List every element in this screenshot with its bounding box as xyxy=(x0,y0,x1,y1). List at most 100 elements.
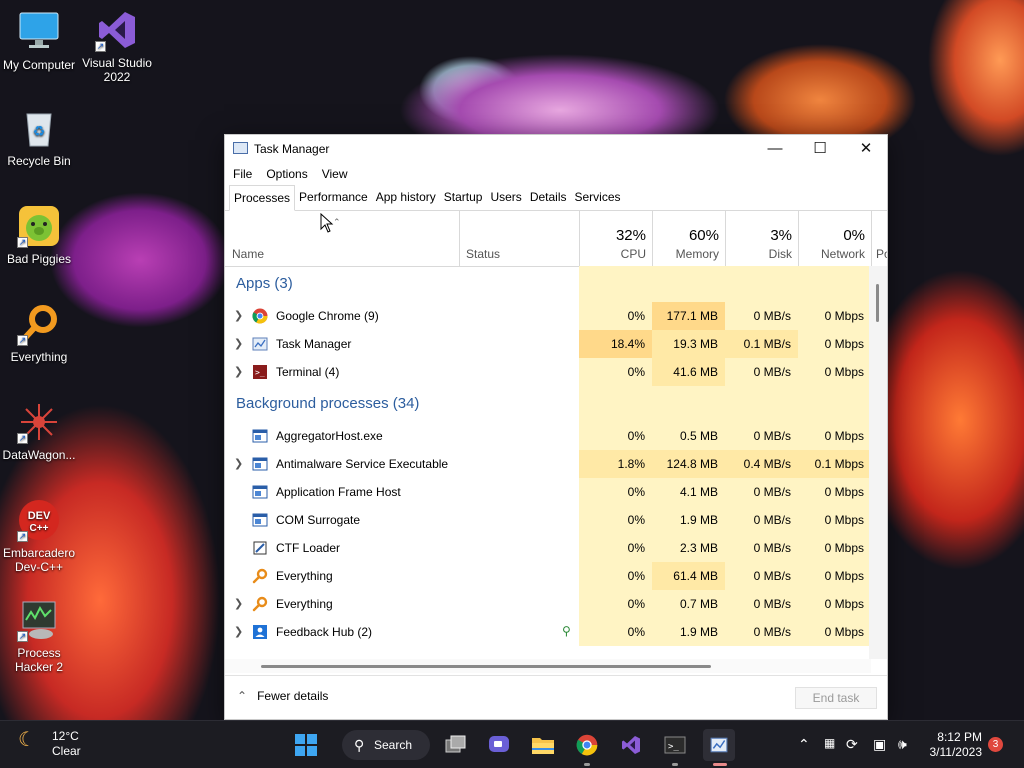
table-row[interactable]: Everything 0% 61.4 MB 0 MB/s 0 Mbps xyxy=(225,562,871,590)
network-icon[interactable]: ▣ xyxy=(873,736,886,753)
maximize-button[interactable]: ☐ xyxy=(797,135,843,163)
horizontal-scrollbar[interactable] xyxy=(225,659,871,673)
network-cell: 0 Mbps xyxy=(798,618,871,646)
tab-app-history[interactable]: App history xyxy=(372,186,440,210)
desktop-icon-dev-cpp[interactable]: DEV C++ ↗ Embarcadero Dev-C++ xyxy=(0,498,78,574)
expand-chevron-icon[interactable]: ❯ xyxy=(234,618,243,646)
windows-logo-icon xyxy=(295,734,317,756)
column-status-label: Status xyxy=(466,247,501,261)
table-row[interactable]: Application Frame Host 0% 4.1 MB 0 MB/s … xyxy=(225,478,871,506)
expand-chevron-icon[interactable]: ❯ xyxy=(234,590,243,618)
disk-cell: 0.1 MB/s xyxy=(725,330,798,358)
minimize-button[interactable]: — xyxy=(752,135,798,163)
table-row[interactable]: ❯ >_ Terminal (4) 0% 41.6 MB 0 MB/s 0 Mb… xyxy=(225,358,871,386)
visual-studio-taskbar-button[interactable] xyxy=(615,729,647,761)
vertical-scrollbar[interactable] xyxy=(869,266,887,659)
menu-view[interactable]: View xyxy=(322,167,348,181)
expand-chevron-icon[interactable]: ❯ xyxy=(234,302,243,330)
shortcut-arrow-icon: ↗ xyxy=(17,237,28,248)
system-clock[interactable]: 8:12 PM 3/11/2023 xyxy=(928,730,983,760)
ctf-loader-icon xyxy=(252,540,269,556)
terminal-icon: >_ xyxy=(664,736,686,754)
fewer-details-button[interactable]: ⌃ Fewer details xyxy=(237,689,328,703)
column-cpu[interactable]: 32% CPU xyxy=(579,211,652,267)
column-name[interactable]: Name xyxy=(225,211,459,267)
desktop-icon-everything[interactable]: ↗ Everything xyxy=(0,302,78,364)
table-row[interactable]: ❯ Google Chrome (9) 0% 177.1 MB 0 MB/s 0… xyxy=(225,302,871,330)
disk-cell: 0 MB/s xyxy=(725,358,798,386)
table-row[interactable]: COM Surrogate 0% 1.9 MB 0 MB/s 0 Mbps xyxy=(225,506,871,534)
tab-users[interactable]: Users xyxy=(486,186,525,210)
column-memory[interactable]: 60% Memory xyxy=(652,211,725,267)
menu-file[interactable]: File xyxy=(233,167,252,181)
process-hacker-icon: ↗ xyxy=(17,598,61,642)
chrome-taskbar-button[interactable] xyxy=(571,729,603,761)
sync-error-icon[interactable]: ⟳ xyxy=(846,736,858,753)
vertical-scroll-thumb[interactable] xyxy=(876,284,879,322)
tablet-icon[interactable]: ▦ xyxy=(824,736,835,750)
disk-cell: 0 MB/s xyxy=(725,302,798,330)
chevron-up-icon[interactable]: ⌃ xyxy=(798,736,810,753)
bad-piggies-icon: ↗ xyxy=(17,204,61,248)
group-header-apps[interactable]: Apps (3) xyxy=(225,266,871,302)
tab-processes[interactable]: Processes xyxy=(229,185,296,211)
close-button[interactable]: ✕ xyxy=(843,135,887,163)
desktop-icon-my-computer[interactable]: My Computer xyxy=(0,10,78,72)
column-network[interactable]: 0% Network xyxy=(798,211,871,267)
volume-icon[interactable]: 🕪 xyxy=(898,736,907,753)
memory-cell: 0.5 MB xyxy=(652,422,725,450)
chat-icon xyxy=(489,736,509,752)
expand-chevron-icon[interactable]: ❯ xyxy=(234,450,243,478)
disk-total: 3% xyxy=(770,227,792,244)
table-row[interactable]: ❯ Feedback Hub (2) ⚲ 0% 1.9 MB 0 MB/s 0 … xyxy=(225,618,871,646)
tab-startup[interactable]: Startup xyxy=(440,186,487,210)
shortcut-arrow-icon: ↗ xyxy=(17,631,28,642)
terminal-taskbar-button[interactable]: >_ xyxy=(659,729,691,761)
clock-time: 8:12 PM xyxy=(937,730,982,744)
shortcut-arrow-icon: ↗ xyxy=(17,433,28,444)
cpu-cell: 0% xyxy=(579,478,652,506)
desktop-icon-process-hacker[interactable]: ↗ Process Hacker 2 xyxy=(0,598,78,674)
expand-chevron-icon[interactable]: ❯ xyxy=(234,358,243,386)
tab-details[interactable]: Details xyxy=(526,186,571,210)
table-row[interactable]: ❯ Task Manager 18.4% 19.3 MB 0.1 MB/s 0 … xyxy=(225,330,871,358)
tab-performance[interactable]: Performance xyxy=(295,186,372,210)
group-header-background[interactable]: Background processes (34) xyxy=(225,386,871,422)
weather-widget[interactable]: ☾ 12°C Clear xyxy=(18,729,81,759)
column-disk[interactable]: 3% Disk xyxy=(725,211,798,267)
process-name: CTF Loader xyxy=(276,541,341,555)
svg-text:♻: ♻ xyxy=(33,123,46,139)
tab-services[interactable]: Services xyxy=(571,186,625,210)
expand-chevron-icon[interactable]: ❯ xyxy=(234,330,243,358)
table-row[interactable]: CTF Loader 0% 2.3 MB 0 MB/s 0 Mbps xyxy=(225,534,871,562)
teams-chat-button[interactable] xyxy=(483,729,515,761)
window-app-icon xyxy=(252,456,269,472)
title-bar[interactable]: Task Manager — ☐ ✕ xyxy=(225,135,887,163)
horizontal-scroll-thumb[interactable] xyxy=(261,665,711,668)
cpu-cell: 0% xyxy=(579,358,652,386)
desktop-icon-label: Bad Piggies xyxy=(6,252,72,266)
table-row[interactable]: ❯ Everything 0% 0.7 MB 0 MB/s 0 Mbps xyxy=(225,590,871,618)
svg-text:>_: >_ xyxy=(668,742,679,752)
task-manager-taskbar-button[interactable] xyxy=(703,729,735,761)
menu-options[interactable]: Options xyxy=(266,167,307,181)
table-row[interactable]: AggregatorHost.exe 0% 0.5 MB 0 MB/s 0 Mb… xyxy=(225,422,871,450)
notification-badge[interactable]: 3 xyxy=(988,737,1003,752)
start-button[interactable] xyxy=(290,729,322,761)
desktop-icon-bad-piggies[interactable]: ↗ Bad Piggies xyxy=(0,204,78,266)
network-cell: 0 Mbps xyxy=(798,302,871,330)
column-status[interactable]: Status xyxy=(459,211,579,267)
task-view-button[interactable] xyxy=(440,729,472,761)
desktop-icon-datawagon[interactable]: ↗ DataWagon... xyxy=(0,400,78,462)
table-row[interactable]: ❯ Antimalware Service Executable 1.8% 12… xyxy=(225,450,871,478)
desktop-icon-recycle-bin[interactable]: ♻ Recycle Bin xyxy=(0,106,78,168)
memory-cell: 1.9 MB xyxy=(652,618,725,646)
cpu-cell: 0% xyxy=(579,422,652,450)
taskbar-search[interactable]: ⚲ Search xyxy=(342,730,430,760)
shortcut-arrow-icon: ↗ xyxy=(95,41,106,52)
end-task-button[interactable]: End task xyxy=(795,687,877,709)
column-power[interactable]: Po xyxy=(871,211,887,267)
file-explorer-button[interactable] xyxy=(527,729,559,761)
cpu-cell: 0% xyxy=(579,590,652,618)
desktop-icon-visual-studio[interactable]: ↗ Visual Studio 2022 xyxy=(78,8,156,84)
